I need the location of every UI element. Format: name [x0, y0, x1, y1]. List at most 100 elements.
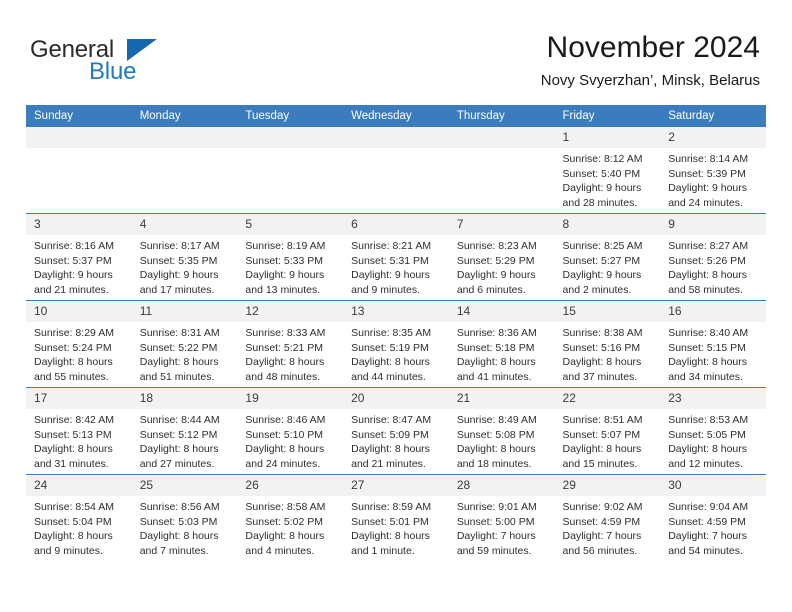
day-number: [448, 127, 555, 148]
calendar-empty-cell: [26, 127, 132, 214]
calendar-day-cell[interactable]: 25 Sunrise: 8:56 AM Sunset: 5:03 PM Dayligh…: [131, 474, 238, 561]
day-detail-line: Sunrise: 8:44 AM: [139, 414, 220, 426]
day-detail-line: Sunset: 5:39 PM: [668, 167, 746, 180]
day-details: Sunrise: 8:44 AM Sunset: 5:12 PM Daylight:…: [132, 409, 238, 471]
calendar-day-cell[interactable]: 10 Sunrise: 8:29 AM Sunset: 5:24 PM Dayligh…: [26, 300, 132, 388]
day-details: Sunrise: 8:29 AM Sunset: 5:24 PM Daylight:…: [26, 322, 132, 384]
day-detail-line: Sunset: 5:22 PM: [139, 341, 218, 354]
weekday-header-saturday: Saturday: [660, 105, 766, 127]
day-detail-line: Sunset: 5:16 PM: [562, 341, 641, 354]
day-detail-line: Sunset: 5:21 PM: [245, 341, 324, 354]
calendar-day-cell[interactable]: 15 Sunrise: 8:38 AM Sunset: 5:16 PM Dayligh…: [554, 300, 661, 388]
calendar-week-row: 17 Sunrise: 8:42 AM Sunset: 5:13 PM Dayligh…: [26, 387, 766, 475]
day-number: 14: [448, 301, 555, 322]
day-detail-line: Daylight: 9 hours: [245, 269, 325, 282]
day-detail-line: Sunset: 5:05 PM: [668, 428, 746, 441]
day-detail-line: Sunrise: 8:51 AM: [562, 414, 643, 426]
calendar-day-cell[interactable]: 16 Sunrise: 8:40 AM Sunset: 5:15 PM Dayligh…: [660, 300, 766, 388]
day-detail-line: and 21 minutes.: [34, 283, 109, 296]
day-detail-line: Sunset: 5:04 PM: [34, 515, 112, 528]
day-details: Sunrise: 8:35 AM Sunset: 5:19 PM Daylight:…: [343, 322, 449, 384]
calendar-day-cell[interactable]: 5 Sunrise: 8:19 AM Sunset: 5:33 PM Daylight…: [237, 213, 344, 301]
day-detail-line: Sunrise: 8:49 AM: [456, 414, 537, 426]
day-detail-line: and 27 minutes.: [139, 457, 215, 470]
day-detail-line: Sunrise: 8:36 AM: [456, 327, 537, 339]
day-detail-line: Daylight: 8 hours: [245, 356, 325, 369]
day-detail-line: Sunset: 5:00 PM: [456, 515, 535, 528]
calendar-day-cell[interactable]: 28 Sunrise: 9:01 AM Sunset: 5:00 PM Dayligh…: [448, 474, 555, 561]
calendar-day-cell[interactable]: 6 Sunrise: 8:21 AM Sunset: 5:31 PM Daylight…: [343, 213, 449, 301]
day-detail-line: Sunrise: 8:38 AM: [562, 327, 643, 339]
day-detail-line: Daylight: 8 hours: [562, 356, 642, 369]
day-detail-line: Sunrise: 8:58 AM: [245, 501, 326, 513]
day-number: 9: [660, 214, 766, 235]
calendar-day-cell[interactable]: 18 Sunrise: 8:44 AM Sunset: 5:12 PM Dayligh…: [131, 387, 238, 475]
day-details: Sunrise: 8:12 AM Sunset: 5:40 PM Daylight:…: [555, 148, 661, 210]
title-block: November 2024 Novy Svyerzhan’, Minsk, Be…: [541, 30, 760, 92]
calendar-day-cell[interactable]: 3 Sunrise: 8:16 AM Sunset: 5:37 PM Daylight…: [26, 213, 132, 301]
calendar-day-cell[interactable]: 22 Sunrise: 8:51 AM Sunset: 5:07 PM Dayligh…: [554, 387, 661, 475]
day-number: 16: [660, 301, 766, 322]
calendar-day-cell[interactable]: 23 Sunrise: 8:53 AM Sunset: 5:05 PM Dayligh…: [660, 387, 766, 475]
day-detail-line: Daylight: 8 hours: [668, 356, 748, 369]
weekday-header-tuesday: Tuesday: [237, 105, 344, 127]
calendar-day-cell[interactable]: 26 Sunrise: 8:58 AM Sunset: 5:02 PM Dayligh…: [237, 474, 344, 561]
calendar-day-cell[interactable]: 4 Sunrise: 8:17 AM Sunset: 5:35 PM Daylight…: [131, 213, 238, 301]
day-number: 1: [554, 127, 661, 148]
calendar-day-cell[interactable]: 12 Sunrise: 8:33 AM Sunset: 5:21 PM Dayligh…: [237, 300, 344, 388]
weekday-header-sunday: Sunday: [26, 105, 132, 127]
day-detail-line: Daylight: 8 hours: [34, 443, 113, 456]
day-detail-line: Sunrise: 8:27 AM: [668, 240, 749, 252]
day-detail-line: Sunset: 5:19 PM: [351, 341, 429, 354]
day-detail-line: Daylight: 8 hours: [245, 530, 325, 543]
calendar-day-cell[interactable]: 14 Sunrise: 8:36 AM Sunset: 5:18 PM Dayligh…: [448, 300, 555, 388]
brand-logo[interactable]: General Blue: [30, 36, 250, 88]
day-number: 17: [26, 388, 132, 409]
day-detail-line: Sunset: 5:01 PM: [351, 515, 429, 528]
calendar-day-cell[interactable]: 29 Sunrise: 9:02 AM Sunset: 4:59 PM Dayligh…: [554, 474, 661, 561]
calendar-day-cell[interactable]: 13 Sunrise: 8:35 AM Sunset: 5:19 PM Dayligh…: [343, 300, 449, 388]
day-number: 6: [343, 214, 449, 235]
day-detail-line: Daylight: 9 hours: [668, 182, 748, 195]
day-number: 12: [237, 301, 344, 322]
day-detail-line: and 9 minutes.: [34, 544, 103, 557]
day-detail-line: Daylight: 8 hours: [351, 356, 430, 369]
calendar-day-cell[interactable]: 1 Sunrise: 8:12 AM Sunset: 5:40 PM Daylight…: [554, 127, 661, 214]
day-detail-line: Daylight: 8 hours: [562, 443, 642, 456]
calendar-day-cell[interactable]: 11 Sunrise: 8:31 AM Sunset: 5:22 PM Dayligh…: [131, 300, 238, 388]
day-detail-line: Daylight: 8 hours: [34, 356, 113, 369]
day-detail-line: Daylight: 8 hours: [34, 530, 113, 543]
calendar-day-cell[interactable]: 27 Sunrise: 8:59 AM Sunset: 5:01 PM Dayligh…: [343, 474, 449, 561]
day-detail-line: Daylight: 8 hours: [351, 443, 430, 456]
day-details: Sunrise: 8:47 AM Sunset: 5:09 PM Daylight:…: [343, 409, 449, 471]
calendar-day-cell[interactable]: 21 Sunrise: 8:49 AM Sunset: 5:08 PM Dayligh…: [448, 387, 555, 475]
day-number: 11: [131, 301, 238, 322]
day-detail-line: Sunrise: 8:54 AM: [34, 501, 114, 513]
day-number: 13: [343, 301, 449, 322]
day-detail-line: and 31 minutes.: [34, 457, 109, 470]
calendar-day-cell[interactable]: 24 Sunrise: 8:54 AM Sunset: 5:04 PM Dayligh…: [26, 474, 132, 561]
calendar-day-cell[interactable]: 19 Sunrise: 8:46 AM Sunset: 5:10 PM Dayligh…: [237, 387, 344, 475]
day-number: 2: [660, 127, 766, 148]
day-detail-line: Daylight: 9 hours: [562, 269, 642, 282]
day-detail-line: Sunrise: 8:56 AM: [139, 501, 220, 513]
day-number: 26: [237, 475, 344, 496]
calendar-day-cell[interactable]: 2 Sunrise: 8:14 AM Sunset: 5:39 PM Daylight…: [660, 127, 766, 214]
calendar-day-cell[interactable]: 7 Sunrise: 8:23 AM Sunset: 5:29 PM Daylight…: [448, 213, 555, 301]
day-detail-line: Sunset: 4:59 PM: [668, 515, 746, 528]
day-details: Sunrise: 8:19 AM Sunset: 5:33 PM Daylight:…: [237, 235, 343, 297]
calendar-day-cell[interactable]: 17 Sunrise: 8:42 AM Sunset: 5:13 PM Dayligh…: [26, 387, 132, 475]
calendar-page: General Blue November 2024 Novy Svyerzha…: [0, 0, 792, 612]
calendar-day-cell[interactable]: 8 Sunrise: 8:25 AM Sunset: 5:27 PM Daylight…: [554, 213, 661, 301]
day-detail-line: Sunset: 5:24 PM: [34, 341, 112, 354]
calendar-day-cell[interactable]: 30 Sunrise: 9:04 AM Sunset: 4:59 PM Dayligh…: [660, 474, 766, 561]
calendar-day-cell[interactable]: 20 Sunrise: 8:47 AM Sunset: 5:09 PM Dayligh…: [343, 387, 449, 475]
day-detail-line: Sunset: 5:10 PM: [245, 428, 324, 441]
day-detail-line: and 41 minutes.: [456, 370, 532, 383]
calendar-week-row: 10 Sunrise: 8:29 AM Sunset: 5:24 PM Dayligh…: [26, 300, 766, 388]
calendar-day-cell[interactable]: 9 Sunrise: 8:27 AM Sunset: 5:26 PM Daylight…: [660, 213, 766, 301]
day-details: Sunrise: 8:56 AM Sunset: 5:03 PM Daylight:…: [132, 496, 238, 558]
day-detail-line: Sunset: 5:12 PM: [139, 428, 218, 441]
day-details: Sunrise: 8:23 AM Sunset: 5:29 PM Daylight:…: [449, 235, 555, 297]
day-detail-line: Sunrise: 8:29 AM: [34, 327, 114, 339]
